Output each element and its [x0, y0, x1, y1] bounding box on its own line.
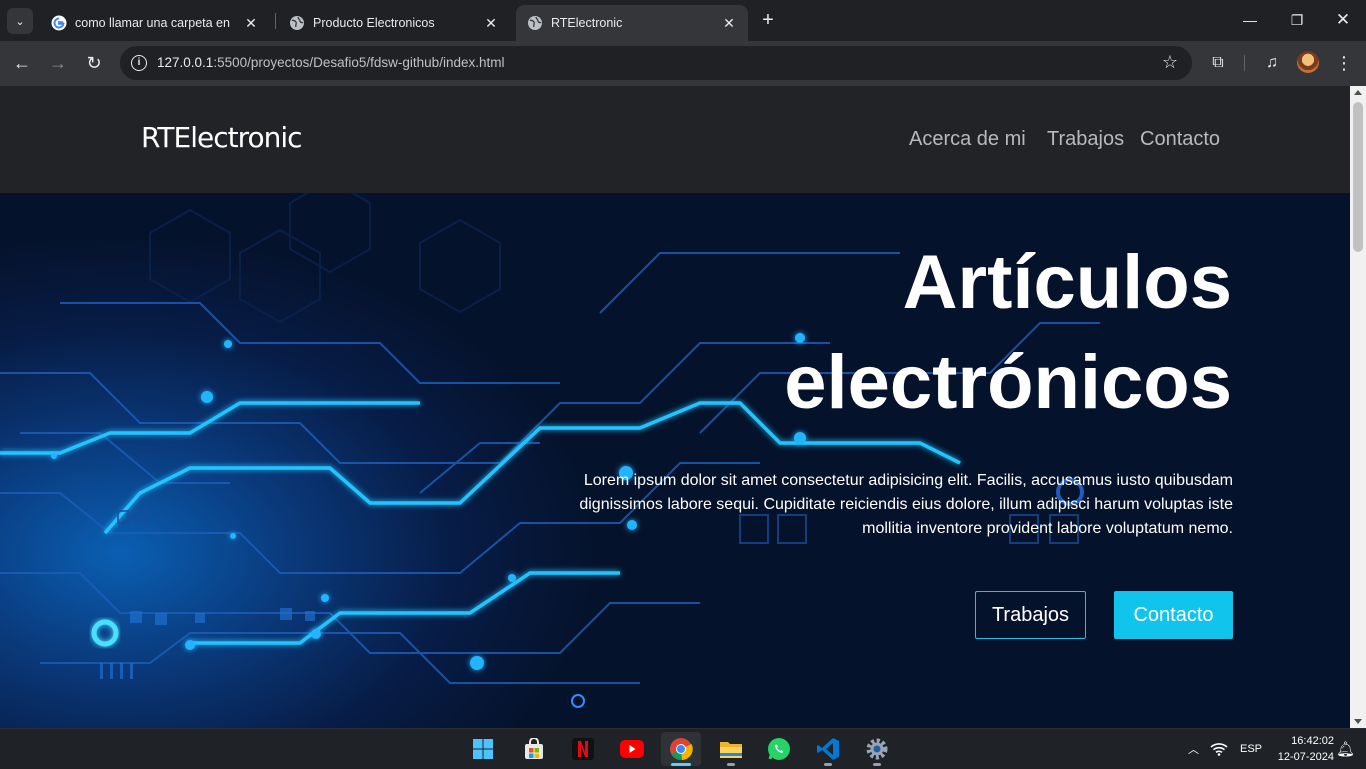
- toolbar-divider: [1244, 55, 1245, 71]
- extensions-icon[interactable]: ⧉: [1206, 51, 1230, 75]
- address-bar[interactable]: i 127.0.0.1:5500/proyectos/Desafio5/fdsw…: [120, 46, 1192, 80]
- globe-icon: [290, 16, 304, 30]
- close-icon[interactable]: ✕: [242, 14, 260, 32]
- browser-toolbar: ← → ↻ i 127.0.0.1:5500/proyectos/Desafio…: [0, 41, 1366, 86]
- nav-link-trabajos[interactable]: Trabajos: [1047, 128, 1124, 151]
- hero-trabajos-button[interactable]: Trabajos: [975, 591, 1086, 639]
- close-icon[interactable]: ✕: [482, 14, 500, 32]
- taskbar-youtube-app[interactable]: [612, 732, 652, 766]
- minimize-button[interactable]: —: [1238, 9, 1262, 31]
- globe-icon: [528, 16, 542, 30]
- store-bag-icon: [525, 738, 543, 759]
- windows-taskbar: ︿ ESP 16:42:02 12-07-2024 🔔︎: [0, 728, 1366, 768]
- page-scrollbar[interactable]: [1350, 86, 1366, 728]
- language-indicator[interactable]: ESP: [1240, 729, 1262, 769]
- page-viewport: RTElectronic Acerca de mi Trabajos Conta…: [0, 86, 1350, 728]
- tab-google-search[interactable]: como llamar una carpeta en html ✕: [40, 5, 270, 41]
- tab-title: Producto Electronicos: [313, 16, 435, 30]
- clock-date: 12-07-2024: [1277, 751, 1334, 763]
- reload-button[interactable]: ↻: [82, 51, 106, 75]
- close-window-button[interactable]: ✕: [1331, 9, 1355, 31]
- tab-producto-electronicos[interactable]: Producto Electronicos ✕: [278, 5, 510, 41]
- wifi-signal-icon: [1210, 743, 1228, 756]
- folder-icon: [720, 742, 742, 758]
- restore-button[interactable]: ❐: [1285, 9, 1309, 31]
- nav-link-contacto[interactable]: Contacto: [1140, 128, 1220, 151]
- scroll-up-arrow-icon[interactable]: [1354, 90, 1362, 95]
- tray-overflow-chevron-icon[interactable]: ︿: [1188, 729, 1199, 769]
- bookmark-star-icon[interactable]: ☆: [1162, 52, 1178, 73]
- running-indicator: [824, 763, 832, 766]
- scroll-down-arrow-icon[interactable]: [1354, 719, 1362, 724]
- site-navbar: RTElectronic Acerca de mi Trabajos Conta…: [0, 86, 1350, 193]
- tab-rtelectronic[interactable]: RTElectronic ✕: [516, 5, 748, 41]
- windows-start-button[interactable]: [463, 732, 503, 766]
- site-brand-logo[interactable]: RTElectronic: [141, 121, 303, 154]
- google-icon: [51, 15, 67, 31]
- notification-bell-icon[interactable]: 🔔︎: [1336, 729, 1355, 769]
- windows-logo-icon: [473, 739, 493, 759]
- profile-avatar[interactable]: [1297, 51, 1319, 73]
- hero-title-line1: Artículos: [902, 240, 1232, 325]
- taskbar-whatsapp-app[interactable]: [759, 732, 799, 766]
- nav-link-acerca[interactable]: Acerca de mi: [909, 128, 1026, 151]
- settings-gear-icon: [866, 738, 888, 760]
- chrome-icon: [670, 738, 693, 761]
- menu-kebab-icon[interactable]: ⋮: [1332, 51, 1356, 75]
- hero-title: Artículos electrónicos: [532, 233, 1232, 433]
- url-path: :5500/proyectos/Desafio5/fdsw-github/ind…: [213, 55, 505, 70]
- browser-tabstrip: ⌄ como llamar una carpeta en html ✕ Prod…: [0, 0, 1366, 41]
- taskbar-settings-app[interactable]: [857, 732, 897, 766]
- site-info-icon[interactable]: i: [131, 55, 147, 71]
- running-indicator: [727, 763, 735, 766]
- forward-button[interactable]: →: [46, 51, 70, 75]
- netflix-icon: [572, 738, 594, 760]
- system-clock[interactable]: 16:42:02 12-07-2024: [1268, 733, 1334, 765]
- tab-title: como llamar una carpeta en html: [75, 16, 232, 30]
- hero-description: Lorem ipsum dolor sit amet consectetur a…: [579, 472, 1233, 537]
- close-icon[interactable]: ✕: [720, 14, 738, 32]
- taskbar-chrome-app[interactable]: [661, 732, 701, 766]
- whatsapp-icon: [768, 738, 790, 760]
- wifi-icon[interactable]: [1210, 729, 1228, 769]
- tab-title: RTElectronic: [551, 16, 623, 30]
- url-host: 127.0.0.1: [157, 55, 214, 70]
- new-tab-button[interactable]: +: [758, 10, 778, 30]
- hero-title-line2: electrónicos: [784, 340, 1232, 425]
- taskbar-vscode-app[interactable]: [808, 732, 848, 766]
- youtube-icon: [620, 740, 644, 758]
- clock-time: 16:42:02: [1291, 735, 1334, 747]
- vscode-icon: [817, 738, 839, 760]
- hero-section: Artículos electrónicos Lorem ipsum dolor…: [0, 193, 1350, 728]
- taskbar-store-app[interactable]: [514, 732, 554, 766]
- url-text[interactable]: 127.0.0.1:5500/proyectos/Desafio5/fdsw-g…: [157, 55, 504, 70]
- hero-contacto-button[interactable]: Contacto: [1114, 591, 1233, 639]
- tab-divider: [275, 13, 276, 29]
- scrollbar-thumb[interactable]: [1353, 102, 1363, 252]
- active-indicator: [671, 763, 691, 766]
- taskbar-file-explorer-app[interactable]: [711, 732, 751, 766]
- taskbar-netflix-app[interactable]: [563, 732, 603, 766]
- tab-search-button[interactable]: ⌄: [7, 8, 33, 34]
- running-indicator: [873, 763, 881, 766]
- back-button[interactable]: ←: [10, 51, 34, 75]
- media-control-icon[interactable]: ♫: [1260, 51, 1284, 75]
